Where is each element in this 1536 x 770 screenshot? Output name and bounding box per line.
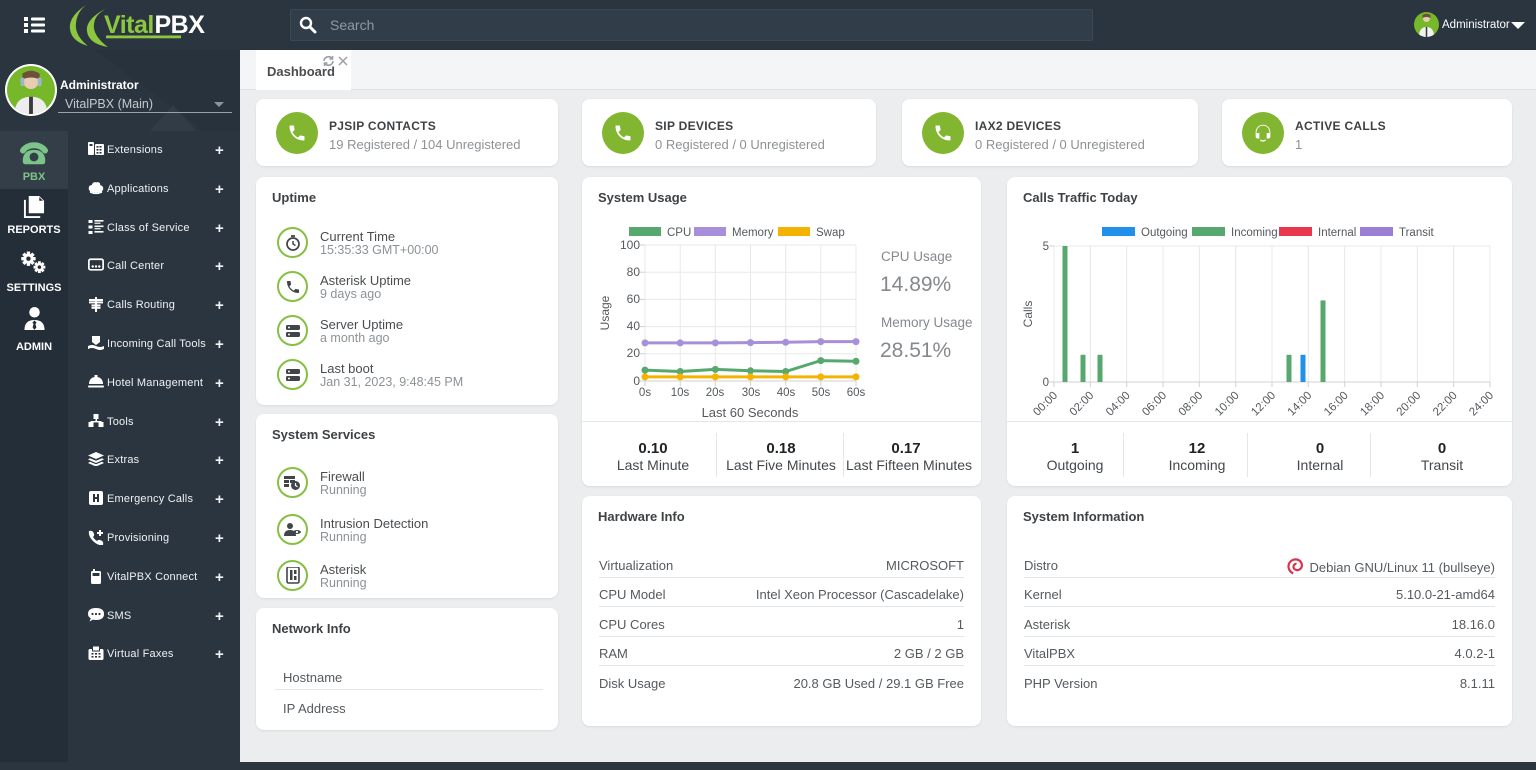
svg-text:20s: 20s — [706, 387, 725, 399]
svg-text:10s: 10s — [671, 387, 690, 399]
svg-text:CPU: CPU — [667, 227, 691, 239]
svg-text:Incoming: Incoming — [1231, 227, 1278, 239]
svg-text:100: 100 — [620, 238, 640, 252]
svg-text:00:00: 00:00 — [1031, 390, 1060, 419]
svg-text:0: 0 — [1043, 377, 1049, 389]
svg-text:40: 40 — [627, 319, 641, 333]
svg-text:06:00: 06:00 — [1140, 390, 1169, 419]
svg-text:Internal: Internal — [1318, 227, 1356, 239]
svg-text:16:00: 16:00 — [1322, 390, 1351, 419]
svg-text:0: 0 — [633, 374, 640, 388]
svg-text:60: 60 — [627, 292, 641, 306]
svg-text:PBX: PBX — [155, 11, 206, 39]
svg-text:Swap: Swap — [816, 227, 845, 239]
svg-text:08:00: 08:00 — [1177, 390, 1206, 419]
svg-text:5: 5 — [1043, 241, 1049, 253]
svg-text:Outgoing: Outgoing — [1141, 227, 1188, 239]
svg-text:Usage: Usage — [598, 295, 612, 330]
svg-text:10:00: 10:00 — [1213, 390, 1242, 419]
svg-text:22:00: 22:00 — [1431, 390, 1460, 419]
svg-text:02:00: 02:00 — [1068, 390, 1097, 419]
svg-text:Last 60 Seconds: Last 60 Seconds — [702, 405, 799, 420]
svg-text:24:00: 24:00 — [1467, 390, 1496, 419]
svg-text:12:00: 12:00 — [1249, 390, 1278, 419]
svg-text:Calls: Calls — [1021, 301, 1035, 328]
svg-text:20:00: 20:00 — [1395, 390, 1424, 419]
svg-text:04:00: 04:00 — [1104, 390, 1133, 419]
svg-text:0s: 0s — [639, 387, 651, 399]
svg-text:Vital: Vital — [104, 11, 154, 39]
svg-text:40s: 40s — [777, 387, 796, 399]
svg-text:60s: 60s — [847, 387, 866, 399]
svg-text:Transit: Transit — [1399, 227, 1435, 239]
svg-text:Memory: Memory — [732, 227, 774, 239]
svg-text:14:00: 14:00 — [1286, 390, 1315, 419]
svg-text:20: 20 — [627, 346, 641, 360]
svg-text:30s: 30s — [742, 387, 761, 399]
svg-text:80: 80 — [627, 265, 641, 279]
svg-text:50s: 50s — [812, 387, 831, 399]
svg-text:18:00: 18:00 — [1358, 390, 1387, 419]
